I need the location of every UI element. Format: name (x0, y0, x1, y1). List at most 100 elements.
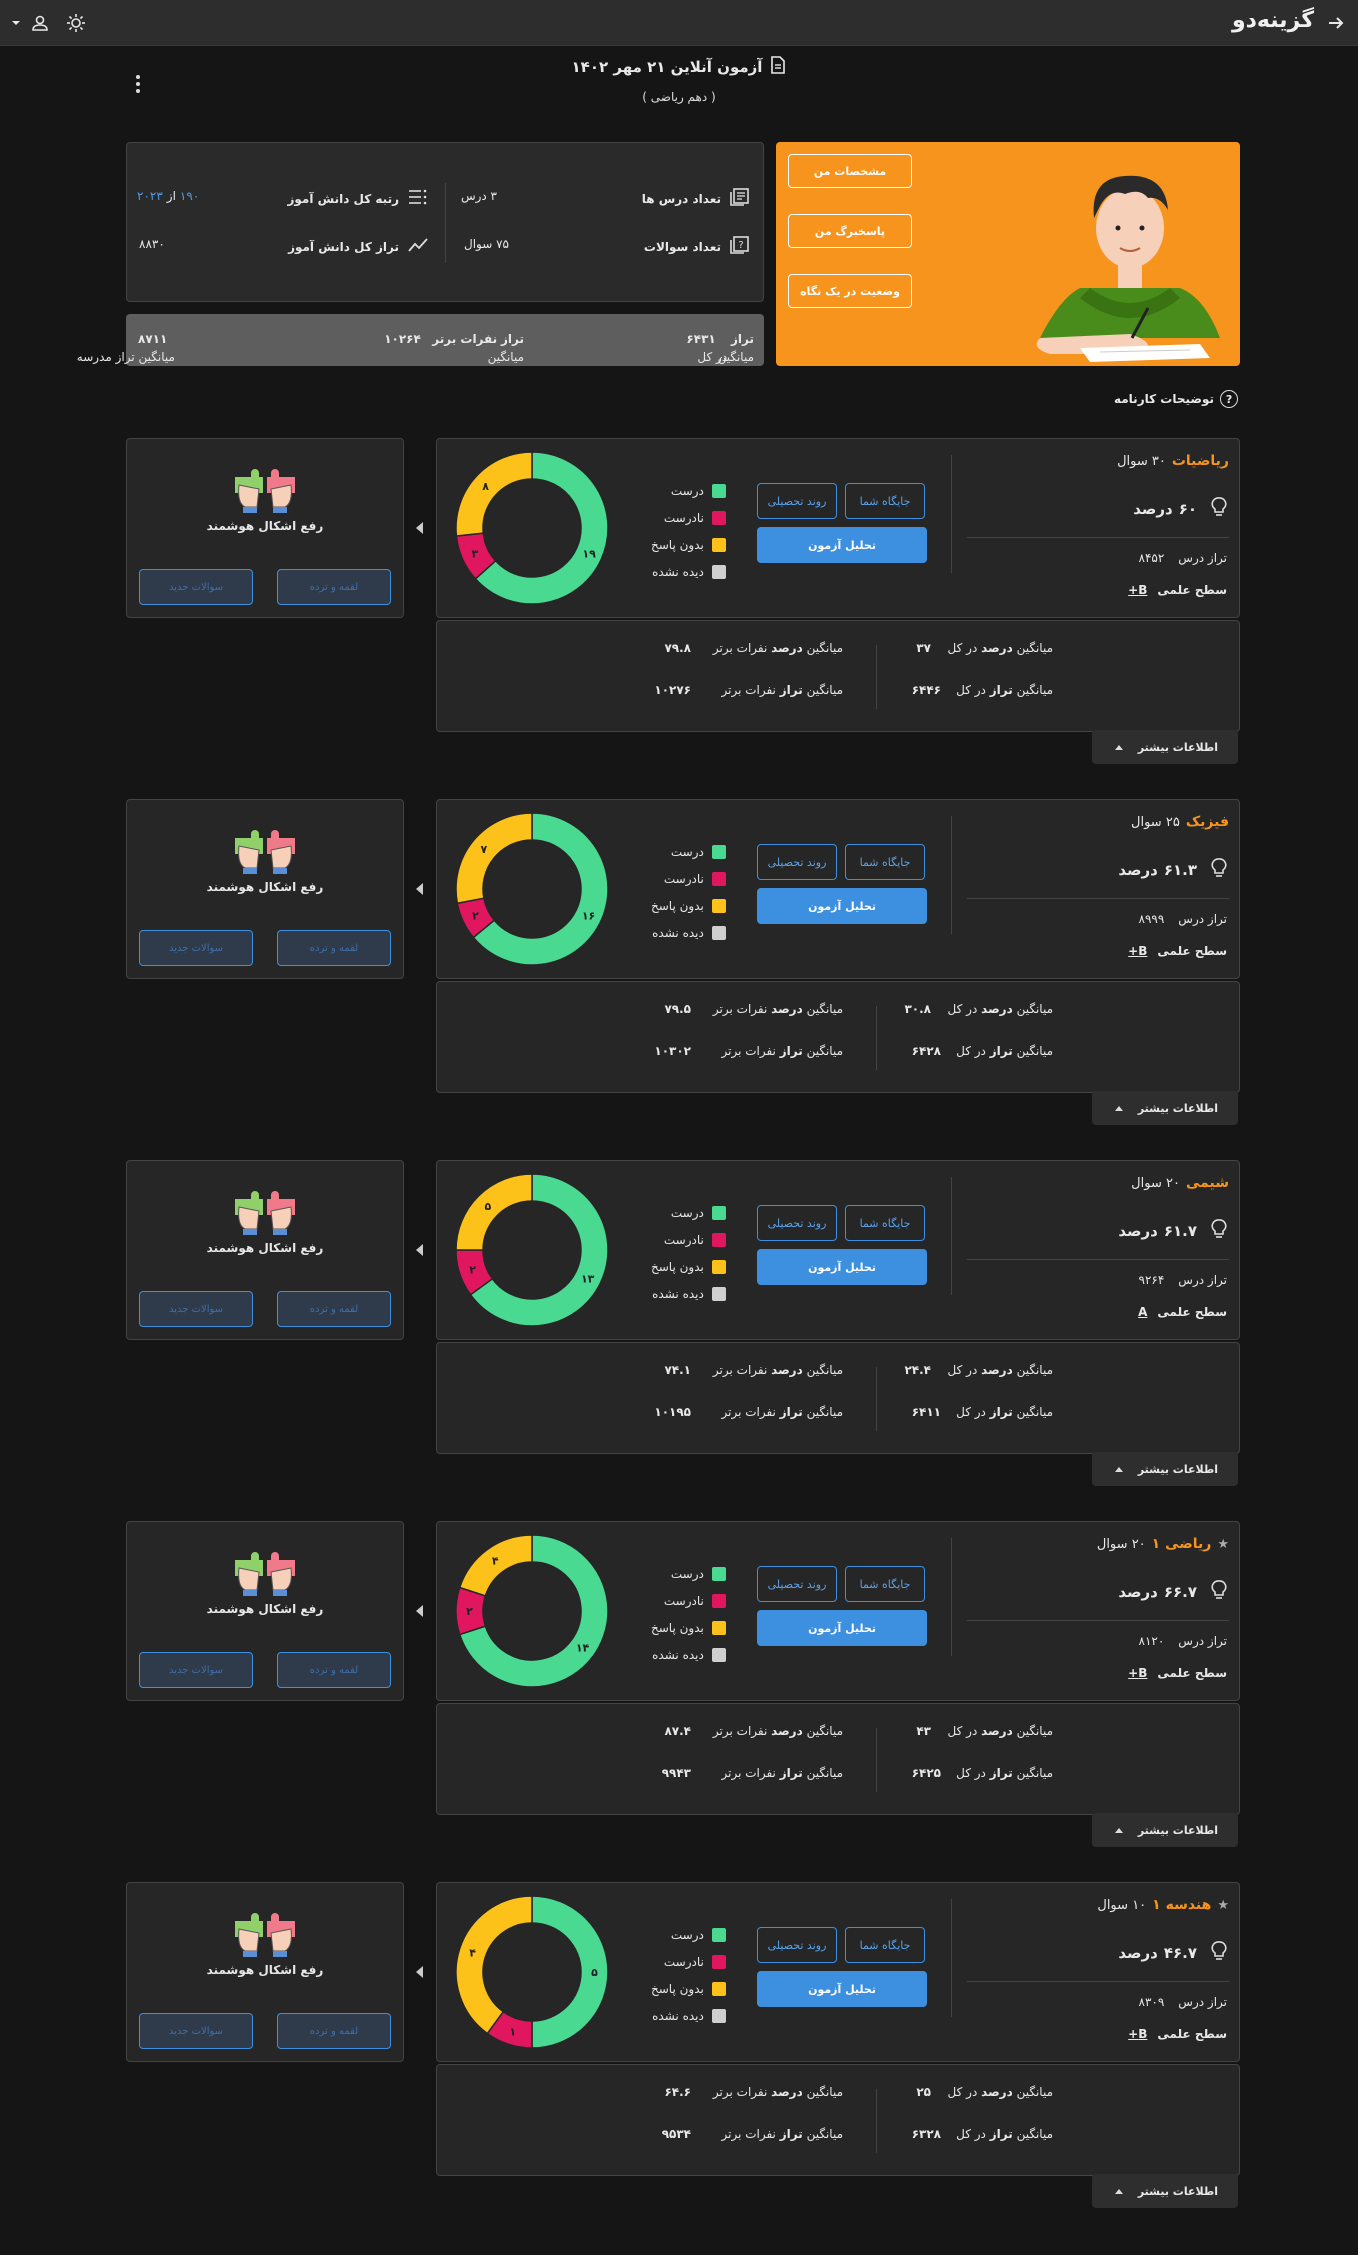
avg-pre: میانگین (806, 641, 843, 655)
back-arrow-icon[interactable] (1324, 11, 1348, 35)
legend-label-blank: بدون پاسخ (651, 1259, 704, 1274)
avg-bold: تراز (779, 1405, 803, 1419)
more-info-button[interactable]: اطلاعات بیشتر (1092, 1813, 1238, 1847)
avg-post: نفرات برتر (712, 1363, 768, 1377)
smart-help-title: رفع اشکال هوشمند (206, 880, 324, 894)
exam-analysis-button[interactable]: تحلیل آزمون (757, 888, 927, 924)
avg-post: در کل (956, 1044, 986, 1058)
avg-bold: تراز (989, 683, 1013, 697)
legend-label-wrong: نادرست (663, 1593, 704, 1608)
caret-left-icon[interactable] (416, 1966, 423, 1978)
subject-percent: ۶۱.۷ درصد (1118, 1219, 1227, 1243)
academic-trend-button[interactable]: روند تحصیلی (757, 844, 837, 880)
avg-bold: درصد (981, 2085, 1013, 2099)
avg-bold: درصد (771, 1363, 803, 1377)
bites-button[interactable]: لقمه و ترده (277, 569, 391, 605)
subject-divider (967, 898, 1229, 899)
avg-overall-post: در کل (697, 350, 728, 364)
my-profile-button[interactable]: مشخصات من (788, 154, 912, 188)
more-info-button[interactable]: اطلاعات بیشتر (1092, 1091, 1238, 1125)
chevron-down-icon[interactable] (4, 11, 28, 35)
academic-trend-button[interactable]: روند تحصیلی (757, 483, 837, 519)
donut-label-blank: ۴ (492, 1554, 499, 1567)
your-position-button[interactable]: جایگاه شما (845, 1566, 925, 1602)
avg-taraz-overall: میانگین تراز در کل (956, 683, 1053, 697)
avg-taraz-overall-value: ۶۴۱۱ (911, 1405, 941, 1419)
logo[interactable]: گزینه‌دو (1232, 8, 1314, 33)
more-options-icon[interactable] (128, 72, 148, 96)
bites-button[interactable]: لقمه و ترده (277, 2013, 391, 2049)
subject-divider (967, 1620, 1229, 1621)
subject-percent: ۴۶.۷ درصد (1118, 1941, 1227, 1965)
your-position-button[interactable]: جایگاه شما (845, 1205, 925, 1241)
new-questions-button[interactable]: سوالات جدید (139, 930, 253, 966)
your-position-button[interactable]: جایگاه شما (845, 483, 925, 519)
legend-unseen: دیده نشده (651, 2002, 726, 2029)
student-illustration (1036, 175, 1220, 362)
legend-swatch-blank (711, 1620, 726, 1635)
subject-card: ریاضیات ۳۰ سوال ۶۰ درصد تراز درس ۸۴۵۲ سط… (436, 438, 1240, 618)
avg-post: در کل (947, 1363, 978, 1377)
subject-averages: میانگین درصد در کل ۲۴.۴ میانگین تراز در … (436, 1342, 1240, 1454)
averages-divider (876, 2089, 877, 2153)
exam-analysis-button[interactable]: تحلیل آزمون (757, 1971, 927, 2007)
exam-analysis-button[interactable]: تحلیل آزمون (757, 527, 927, 563)
my-answer-sheet-button[interactable]: پاسخبرگ من (788, 214, 912, 248)
bites-button[interactable]: لقمه و ترده (277, 1652, 391, 1688)
avg-percent-top-value: ۸۷.۴ (664, 1724, 691, 1738)
avg-bold: درصد (771, 2085, 803, 2099)
sun-icon[interactable] (64, 11, 88, 35)
caret-left-icon[interactable] (416, 1605, 423, 1617)
avg-overall: میانگین تراز در کل ۶۴۳۱ (686, 332, 754, 364)
subject-card: ★ ریاضی ۱ ۲۰ سوال ۶۶.۷ درصد تراز درس ۸۱۲… (436, 1521, 1240, 1701)
status-overview-button[interactable]: وضعیت در یک نگاه (788, 274, 912, 308)
subject-taraz: تراز درس ۸۴۵۲ (1139, 551, 1227, 565)
user-icon[interactable] (28, 11, 52, 35)
new-questions-button[interactable]: سوالات جدید (139, 2013, 253, 2049)
caret-left-icon[interactable] (416, 1244, 423, 1256)
legend-swatch-correct (711, 1566, 726, 1581)
avg-top-post: نفرات برتر (432, 332, 498, 346)
your-position-button[interactable]: جایگاه شما (845, 1927, 925, 1963)
academic-trend-button[interactable]: روند تحصیلی (757, 1566, 837, 1602)
subject-divider (967, 1981, 1229, 1982)
legend-label-blank: بدون پاسخ (651, 537, 704, 552)
averages-divider (876, 1006, 877, 1070)
avg-pre: میانگین (1016, 641, 1053, 655)
avg-bold: درصد (771, 641, 803, 655)
legend-unseen: دیده نشده (651, 558, 726, 585)
your-position-button[interactable]: جایگاه شما (845, 844, 925, 880)
avg-percent-overall: میانگین درصد در کل (948, 1724, 1053, 1738)
subject-header: ★ ریاضی ۱ ۲۰ سوال (1097, 1536, 1229, 1552)
avg-post: در کل (947, 1724, 978, 1738)
subject-taraz: تراز درس ۸۹۹۹ (1139, 912, 1227, 926)
smart-help-card: رفع اشکال هوشمند لقمه و ترده سوالات جدید (126, 799, 404, 979)
level-value: A (1138, 1305, 1148, 1319)
new-questions-button[interactable]: سوالات جدید (139, 569, 253, 605)
subject-card: شیمی ۲۰ سوال ۶۱.۷ درصد تراز درس ۹۲۶۴ سطح… (436, 1160, 1240, 1340)
academic-trend-button[interactable]: روند تحصیلی (757, 1927, 837, 1963)
level-value: B+ (1128, 944, 1148, 958)
avg-pre: میانگین (1016, 1724, 1053, 1738)
report-description-link[interactable]: ? توضیحات کارنامه (1114, 390, 1238, 408)
avg-percent-overall: میانگین درصد در کل (948, 1002, 1053, 1016)
academic-trend-button[interactable]: روند تحصیلی (757, 1205, 837, 1241)
exam-analysis-button[interactable]: تحلیل آزمون (757, 1610, 927, 1646)
new-questions-button[interactable]: سوالات جدید (139, 1291, 253, 1327)
exam-analysis-button[interactable]: تحلیل آزمون (757, 1249, 927, 1285)
avg-post: نفرات برتر (712, 1002, 768, 1016)
more-info-button[interactable]: اطلاعات بیشتر (1092, 1452, 1238, 1486)
more-info-button[interactable]: اطلاعات بیشتر (1092, 730, 1238, 764)
legend-blank: بدون پاسخ (651, 1614, 726, 1641)
more-info-button[interactable]: اطلاعات بیشتر (1092, 2174, 1238, 2208)
legend-blank: بدون پاسخ (651, 1975, 726, 2002)
caret-left-icon[interactable] (416, 883, 423, 895)
avg-school: میانگین تراز مدرسه ۸۷۱۱ (77, 332, 175, 364)
bites-button[interactable]: لقمه و ترده (277, 1291, 391, 1327)
avg-percent-top-value: ۶۴.۶ (664, 2085, 691, 2099)
legend-swatch-correct (711, 844, 726, 859)
bites-button[interactable]: لقمه و ترده (277, 930, 391, 966)
legend-correct: درست (651, 1921, 726, 1948)
caret-left-icon[interactable] (416, 522, 423, 534)
new-questions-button[interactable]: سوالات جدید (139, 1652, 253, 1688)
